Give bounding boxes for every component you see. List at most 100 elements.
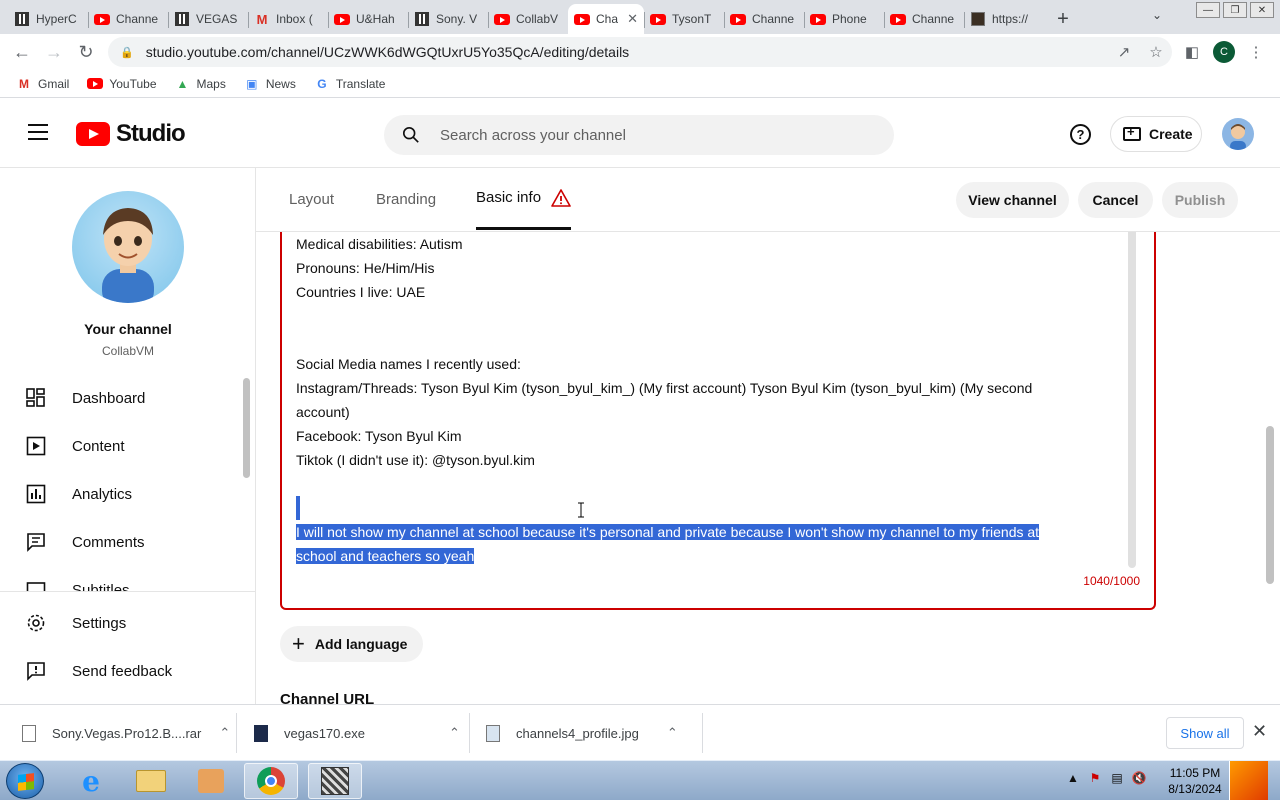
lock-icon: 🔒 <box>120 46 134 59</box>
network-icon[interactable]: ▤ <box>1106 771 1128 785</box>
bookmark-maps[interactable]: ▲ Maps <box>175 77 226 91</box>
tab-title: Channe <box>912 12 955 26</box>
channel-avatar[interactable] <box>72 191 184 303</box>
tab-branding[interactable]: Branding <box>376 168 436 230</box>
bookmark-news[interactable]: ▣ News <box>244 77 296 91</box>
chevron-up-icon[interactable]: ⌃ <box>449 725 460 741</box>
account-avatar[interactable] <box>1222 118 1254 150</box>
youtube-favicon-icon <box>650 11 666 27</box>
description-field[interactable]: Medical disabilities: Autism Pronouns: He… <box>280 212 1156 610</box>
file-icon <box>22 724 36 742</box>
forward-button[interactable]: → <box>38 36 70 68</box>
profile-avatar[interactable]: C <box>1213 41 1235 63</box>
share-icon[interactable]: ↗ <box>1108 43 1140 61</box>
browser-tab[interactable]: https:// <box>964 4 1044 34</box>
file-explorer-icon[interactable] <box>124 763 178 799</box>
new-tab-button[interactable]: + <box>1048 4 1078 34</box>
browser-tab[interactable]: TysonT <box>644 4 724 34</box>
tab-basic-info[interactable]: Basic info <box>476 168 572 230</box>
sidebar-item-analytics[interactable]: Analytics <box>0 470 255 518</box>
browser-tab[interactable]: Sony. V <box>408 4 488 34</box>
volume-muted-icon[interactable]: 🔇 <box>1128 771 1150 785</box>
description-scrollbar[interactable] <box>1128 212 1136 568</box>
close-window-button[interactable]: ✕ <box>1250 2 1274 18</box>
bookmark-youtube[interactable]: YouTube <box>87 77 157 91</box>
reload-button[interactable]: ↻ <box>70 36 102 68</box>
sidebar-item-dashboard[interactable]: Dashboard <box>0 374 255 422</box>
news-icon: ▣ <box>246 76 258 91</box>
studio-logo[interactable]: Studio <box>76 120 186 148</box>
view-channel-button[interactable]: View channel <box>956 182 1069 218</box>
plus-icon: + <box>292 631 305 656</box>
sidebar-item-settings[interactable]: Settings <box>0 599 255 647</box>
help-icon[interactable]: ? <box>1070 124 1091 145</box>
address-bar[interactable]: 🔒 studio.youtube.com/channel/UCzWWK6dWGQ… <box>108 37 1172 67</box>
browser-tab[interactable]: CollabV <box>488 4 568 34</box>
game-icon[interactable] <box>308 763 362 799</box>
maps-icon: ▲ <box>176 76 189 91</box>
browser-tab[interactable]: VEGAS <box>168 4 248 34</box>
url-text: studio.youtube.com/channel/UCzWWK6dWGQtU… <box>145 44 630 60</box>
gmail-icon: M <box>19 76 29 91</box>
tab-title: Sony. V <box>436 12 478 26</box>
minimize-button[interactable]: — <box>1196 2 1220 18</box>
youtube-logo-icon <box>76 122 110 146</box>
bookmark-translate[interactable]: G Translate <box>314 77 385 91</box>
browser-tab[interactable]: Channe <box>724 4 804 34</box>
tab-search-chevron-icon[interactable]: ⌄ <box>1152 8 1162 22</box>
youtube-favicon-icon <box>890 11 906 27</box>
start-button[interactable] <box>6 763 44 799</box>
clock[interactable]: 11:05 PM 8/13/2024 <box>1160 765 1230 797</box>
download-bar: Sony.Vegas.Pro12.B....rar ⌃ vegas170.exe… <box>0 704 1280 760</box>
browser-tab[interactable]: Channe <box>884 4 964 34</box>
sidebar-scrollbar[interactable] <box>243 378 250 478</box>
page-scrollbar[interactable] <box>1266 426 1274 584</box>
tab-title: https:// <box>992 12 1029 26</box>
browser-tab[interactable]: HyperC <box>8 4 88 34</box>
bookmark-star-icon[interactable]: ☆ <box>1140 43 1172 61</box>
tab-title: Channe <box>752 12 795 26</box>
show-desktop-button[interactable] <box>1229 761 1268 800</box>
description-line <box>296 472 1106 496</box>
channel-name: CollabVM <box>101 344 155 358</box>
chevron-up-icon[interactable]: ⌃ <box>667 725 678 741</box>
download-item-exe[interactable]: vegas170.exe ⌃ <box>254 705 460 761</box>
sidebar-item-comments[interactable]: Comments <box>0 518 255 566</box>
side-panel-icon[interactable]: ◧ <box>1176 37 1208 67</box>
browser-tab[interactable]: M Inbox ( <box>248 4 328 34</box>
search-input[interactable]: Search across your channel <box>384 115 894 155</box>
create-button[interactable]: Create <box>1110 116 1202 152</box>
chrome-icon[interactable] <box>244 763 298 799</box>
browser-tab[interactable]: Cha ✕ <box>568 4 644 34</box>
tray-expand-icon[interactable]: ▲ <box>1062 771 1084 785</box>
tab-layout[interactable]: Layout <box>289 168 334 230</box>
sidebar-item-content[interactable]: Content <box>0 422 255 470</box>
back-button[interactable]: ← <box>6 36 38 68</box>
publish-button[interactable]: Publish <box>1162 182 1238 218</box>
hamburger-menu-icon[interactable] <box>28 124 48 140</box>
create-video-icon <box>1123 124 1141 141</box>
restore-button[interactable]: ❐ <box>1223 2 1247 18</box>
browser-tab[interactable]: U&Hah <box>328 4 408 34</box>
media-player-icon[interactable] <box>184 763 238 799</box>
character-counter: 1040/1000 <box>1083 574 1140 588</box>
sidebar-item-send-feedback[interactable]: Send feedback <box>0 647 255 695</box>
action-center-icon[interactable]: ⚑ <box>1084 771 1106 785</box>
bookmark-gmail[interactable]: M Gmail <box>16 77 69 91</box>
add-language-button[interactable]: + Add language <box>280 626 424 662</box>
internet-explorer-icon[interactable]: e <box>64 763 118 799</box>
download-item-rar[interactable]: Sony.Vegas.Pro12.B....rar ⌃ <box>22 705 230 761</box>
studio-header: Studio Search across your channel ? Crea… <box>0 98 1280 168</box>
menu-dots-icon[interactable]: ⋮ <box>1240 37 1272 67</box>
close-icon[interactable]: ✕ <box>1252 721 1267 742</box>
browser-tab[interactable]: Channe <box>88 4 168 34</box>
chevron-up-icon[interactable]: ⌃ <box>219 725 230 741</box>
download-item-jpg[interactable]: channels4_profile.jpg ⌃ <box>486 705 678 761</box>
browser-tab[interactable]: Phone <box>804 4 884 34</box>
youtube-favicon-icon <box>730 11 746 27</box>
search-icon <box>402 126 419 143</box>
close-tab-icon[interactable]: ✕ <box>627 11 638 27</box>
show-all-downloads-button[interactable]: Show all <box>1166 717 1244 749</box>
description-text[interactable]: Medical disabilities: Autism Pronouns: He… <box>296 232 1106 568</box>
cancel-button[interactable]: Cancel <box>1078 182 1153 218</box>
